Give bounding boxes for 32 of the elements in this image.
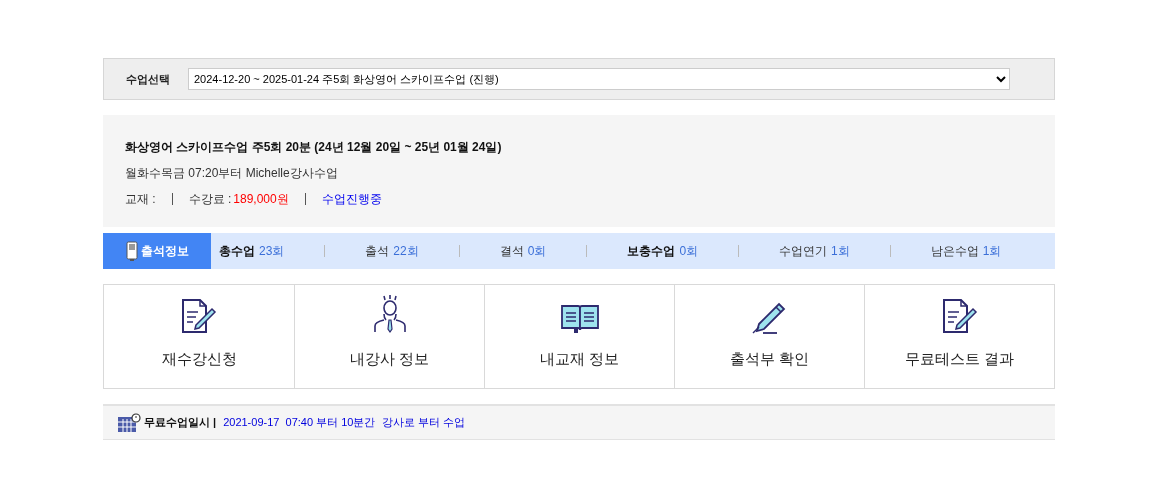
- menu-tile[interactable]: 내강사 정보: [294, 285, 484, 388]
- course-schedule: 월화수목금 07:20부터 Michelle강사수업: [125, 165, 339, 181]
- course-status: 수업진행중: [321, 191, 382, 207]
- calendar-icon: [117, 412, 141, 433]
- stat-value: 23회: [259, 243, 285, 260]
- fee-label: 수강료 :: [188, 191, 232, 207]
- free-class-time: 2021-09-17 07:40 부터 10분간 강사로 부터 수업: [223, 415, 465, 431]
- stat-label: 출석: [365, 243, 390, 260]
- stat-label: 보충수업: [627, 243, 676, 260]
- free-class-label: 무료수업일시 |: [144, 415, 217, 431]
- stat-value: 0회: [527, 243, 547, 260]
- stat-label: 수업연기: [779, 243, 828, 260]
- textbook-label: 교재 :: [125, 191, 156, 207]
- stat-value: 1회: [982, 243, 1002, 260]
- phone-icon: [125, 241, 138, 261]
- fee-amount: 189,000원: [233, 191, 289, 207]
- stat-label: 결석: [499, 243, 524, 260]
- menu-tile[interactable]: 내교재 정보: [484, 285, 674, 388]
- menu-tile[interactable]: 재수강신청: [104, 285, 294, 388]
- course-select[interactable]: 2024-12-20 ~ 2025-01-24 주5회 화상영어 스카이프수업 (진행): [188, 68, 1010, 90]
- person-icon: [371, 293, 408, 334]
- menu-tile[interactable]: 출석부 확인: [674, 285, 864, 388]
- document-pencil-icon: [940, 297, 979, 334]
- document-pencil-icon: [180, 297, 218, 334]
- stat-value: 0회: [679, 243, 699, 260]
- course-title: 화상영어 스카이프수업 주5회 20분 (24년 12월 20일 ~ 25년 01월 24일): [125, 139, 503, 155]
- stat-value: 1회: [831, 243, 850, 260]
- stat-label: 남은수업: [930, 243, 979, 260]
- stat-value: 22회: [393, 243, 419, 260]
- attendance-tab[interactable]: 출석정보: [103, 233, 211, 269]
- stat-label: 총수업: [219, 243, 255, 260]
- menu-tile[interactable]: 무료테스트 결과: [864, 285, 1054, 388]
